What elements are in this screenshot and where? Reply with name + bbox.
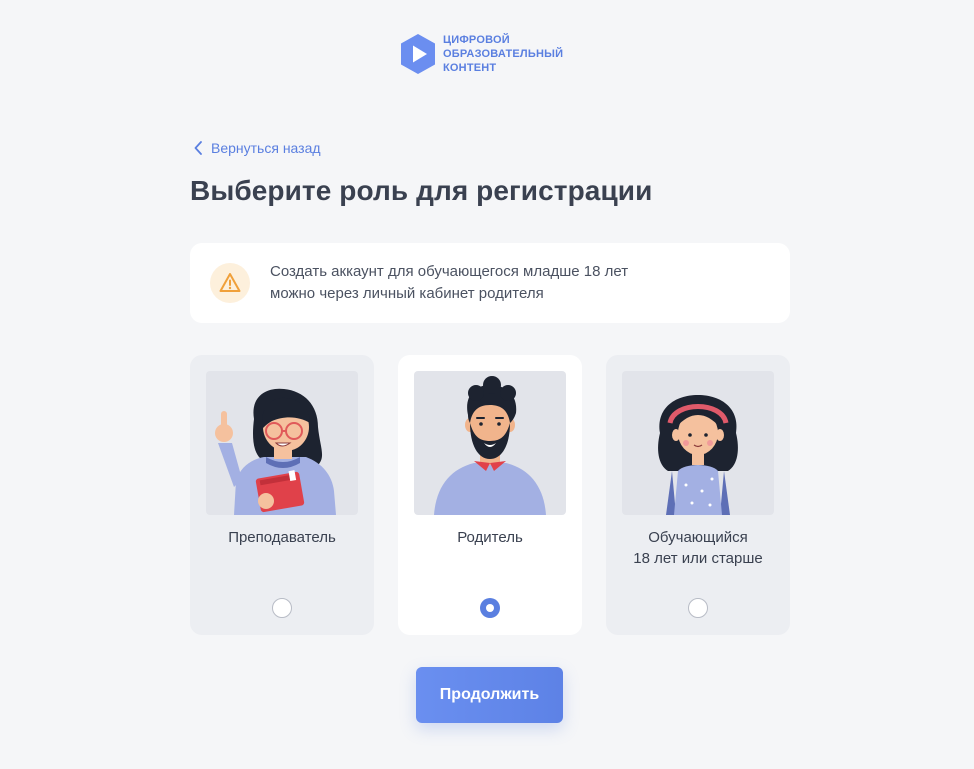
role-radio-parent[interactable] (480, 598, 500, 618)
role-radio-teacher[interactable] (272, 598, 292, 618)
role-label-line-1: Обучающийся (648, 529, 748, 546)
brand-line-3: КОНТЕНТ (443, 62, 497, 74)
notice-line-2: можно через личный кабинет родителя (270, 285, 544, 302)
age-notice: Создать аккаунт для обучающегося младше … (190, 243, 790, 323)
role-card-parent[interactable]: Родитель (398, 355, 582, 635)
role-label-line-2: 18 лет или старше (633, 550, 763, 567)
play-hexagon-icon (401, 34, 435, 74)
brand-line-2: ОБРАЗОВАТЕЛЬНЫЙ (443, 48, 564, 60)
role-card-teacher[interactable]: Преподаватель (190, 355, 374, 635)
role-label: Родитель (398, 527, 582, 548)
teacher-illustration (206, 371, 358, 515)
warning-icon (210, 263, 250, 303)
back-link[interactable]: Вернуться назад (194, 140, 321, 156)
role-label-line-1: Преподаватель (228, 529, 336, 546)
back-link-label: Вернуться назад (211, 140, 321, 156)
role-label: Обучающийся 18 лет или старше (606, 527, 790, 569)
brand-logo: ЦИФРОВОЙ ОБРАЗОВАТЕЛЬНЫЙ КОНТЕНТ (399, 33, 563, 75)
role-label: Преподаватель (190, 527, 374, 548)
page-title: Выберите роль для регистрации (190, 175, 653, 206)
role-label-line-1: Родитель (457, 529, 523, 546)
continue-button[interactable]: Продолжить (416, 667, 563, 723)
brand-line-1: ЦИФРОВОЙ (443, 34, 510, 46)
brand-name: ЦИФРОВОЙ ОБРАЗОВАТЕЛЬНЫЙ КОНТЕНТ (443, 33, 563, 75)
role-radio-student[interactable] (688, 598, 708, 618)
notice-text: Создать аккаунт для обучающегося младше … (270, 261, 628, 305)
chevron-left-icon (194, 141, 202, 155)
parent-illustration (414, 371, 566, 515)
student-illustration (622, 371, 774, 515)
notice-line-1: Создать аккаунт для обучающегося младше … (270, 263, 629, 280)
role-card-student[interactable]: Обучающийся 18 лет или старше (606, 355, 790, 635)
